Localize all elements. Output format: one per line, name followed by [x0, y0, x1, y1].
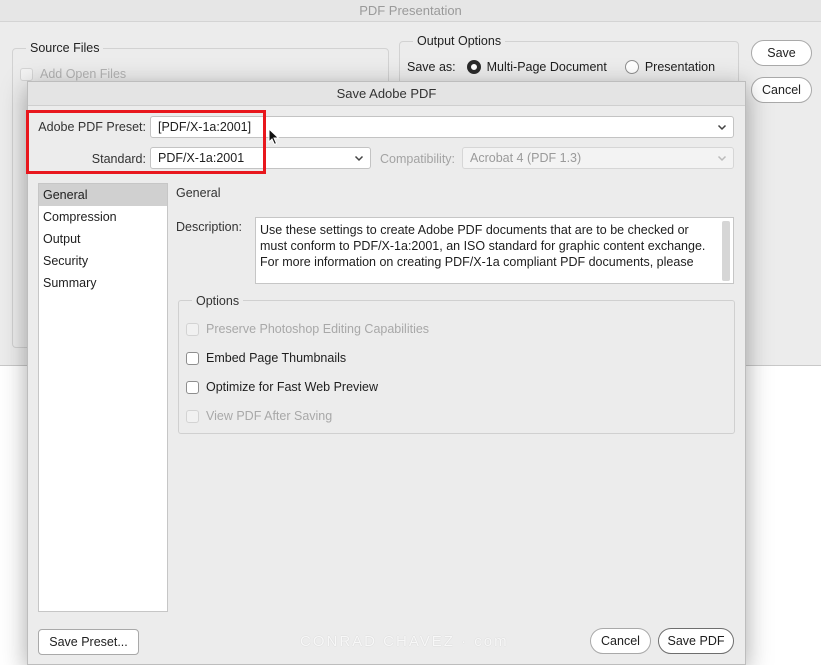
radio-multi-page-label: Multi-Page Document [486, 60, 607, 74]
cancel-button[interactable]: Cancel [590, 628, 651, 654]
preset-value: [PDF/X-1a:2001] [158, 120, 252, 134]
options-title: Options [192, 294, 244, 308]
save-preset-button[interactable]: Save Preset... [38, 629, 139, 655]
standard-value: PDF/X-1a:2001 [158, 151, 245, 165]
chevron-down-icon [353, 152, 365, 164]
preserve-photoshop-label: Preserve Photoshop Editing Capabilities [206, 322, 430, 336]
background-save-button[interactable]: Save [751, 40, 812, 66]
radio-multi-page-document[interactable]: Multi-Page Document [466, 60, 607, 74]
fast-web-preview-label: Optimize for Fast Web Preview [206, 380, 379, 394]
sidebar-item-summary[interactable]: Summary [39, 272, 167, 294]
compatibility-label: Compatibility: [380, 152, 456, 166]
radio-presentation[interactable]: Presentation [624, 60, 716, 74]
checkbox-icon [186, 380, 199, 394]
view-pdf-after-saving-checkbox[interactable]: View PDF After Saving [186, 409, 332, 423]
add-open-files-checkbox[interactable]: Add Open Files [20, 67, 126, 81]
compatibility-value: Acrobat 4 (PDF 1.3) [470, 151, 582, 165]
source-files-title: Source Files [26, 41, 104, 55]
preset-label: Adobe PDF Preset: [38, 120, 146, 134]
sidebar-item-output[interactable]: Output [39, 228, 167, 250]
standard-select[interactable]: PDF/X-1a:2001 [150, 147, 371, 169]
radio-selected-icon [466, 60, 481, 74]
preserve-photoshop-checkbox[interactable]: Preserve Photoshop Editing Capabilities [186, 322, 429, 336]
add-open-files-label: Add Open Files [40, 67, 127, 81]
save-pdf-button[interactable]: Save PDF [658, 628, 734, 654]
settings-sidebar: General Compression Output Security Summ… [38, 183, 168, 612]
fast-web-preview-checkbox[interactable]: Optimize for Fast Web Preview [186, 380, 378, 394]
standard-label: Standard: [91, 152, 146, 166]
watermark: CONRAD CHAVEZ · com [300, 633, 509, 650]
description-label: Description: [176, 220, 242, 234]
preset-select[interactable]: [PDF/X-1a:2001] [150, 116, 734, 138]
checkbox-icon [186, 351, 199, 365]
sidebar-item-security[interactable]: Security [39, 250, 167, 272]
dialog-title: Save Adobe PDF [28, 82, 745, 106]
section-title: General [176, 186, 221, 200]
description-scrollbar[interactable] [722, 221, 730, 281]
radio-presentation-label: Presentation [644, 60, 716, 74]
description-text: Use these settings to create Adobe PDF d… [260, 223, 706, 269]
checkbox-icon [20, 67, 33, 81]
sidebar-item-general[interactable]: General [39, 184, 167, 206]
sidebar-item-compression[interactable]: Compression [39, 206, 167, 228]
embed-thumbnails-label: Embed Page Thumbnails [206, 351, 347, 365]
compatibility-select[interactable]: Acrobat 4 (PDF 1.3) [462, 147, 734, 169]
view-pdf-after-saving-label: View PDF After Saving [206, 409, 333, 423]
background-cancel-button[interactable]: Cancel [751, 77, 812, 103]
embed-thumbnails-checkbox[interactable]: Embed Page Thumbnails [186, 351, 346, 365]
mouse-pointer-icon [268, 127, 280, 149]
chevron-down-icon [716, 152, 728, 164]
description-textbox[interactable]: Use these settings to create Adobe PDF d… [255, 217, 734, 284]
checkbox-icon [186, 409, 199, 423]
radio-unselected-icon [624, 60, 639, 74]
chevron-down-icon [716, 121, 728, 133]
checkbox-icon [186, 322, 199, 336]
save-as-label: Save as: [407, 60, 456, 74]
window-title: PDF Presentation [0, 0, 821, 22]
save-adobe-pdf-dialog: Save Adobe PDF Adobe PDF Preset: [PDF/X-… [27, 81, 746, 665]
output-options-title: Output Options [413, 34, 506, 48]
save-as-row: Save as: Multi-Page Document Presentatio… [407, 60, 715, 74]
